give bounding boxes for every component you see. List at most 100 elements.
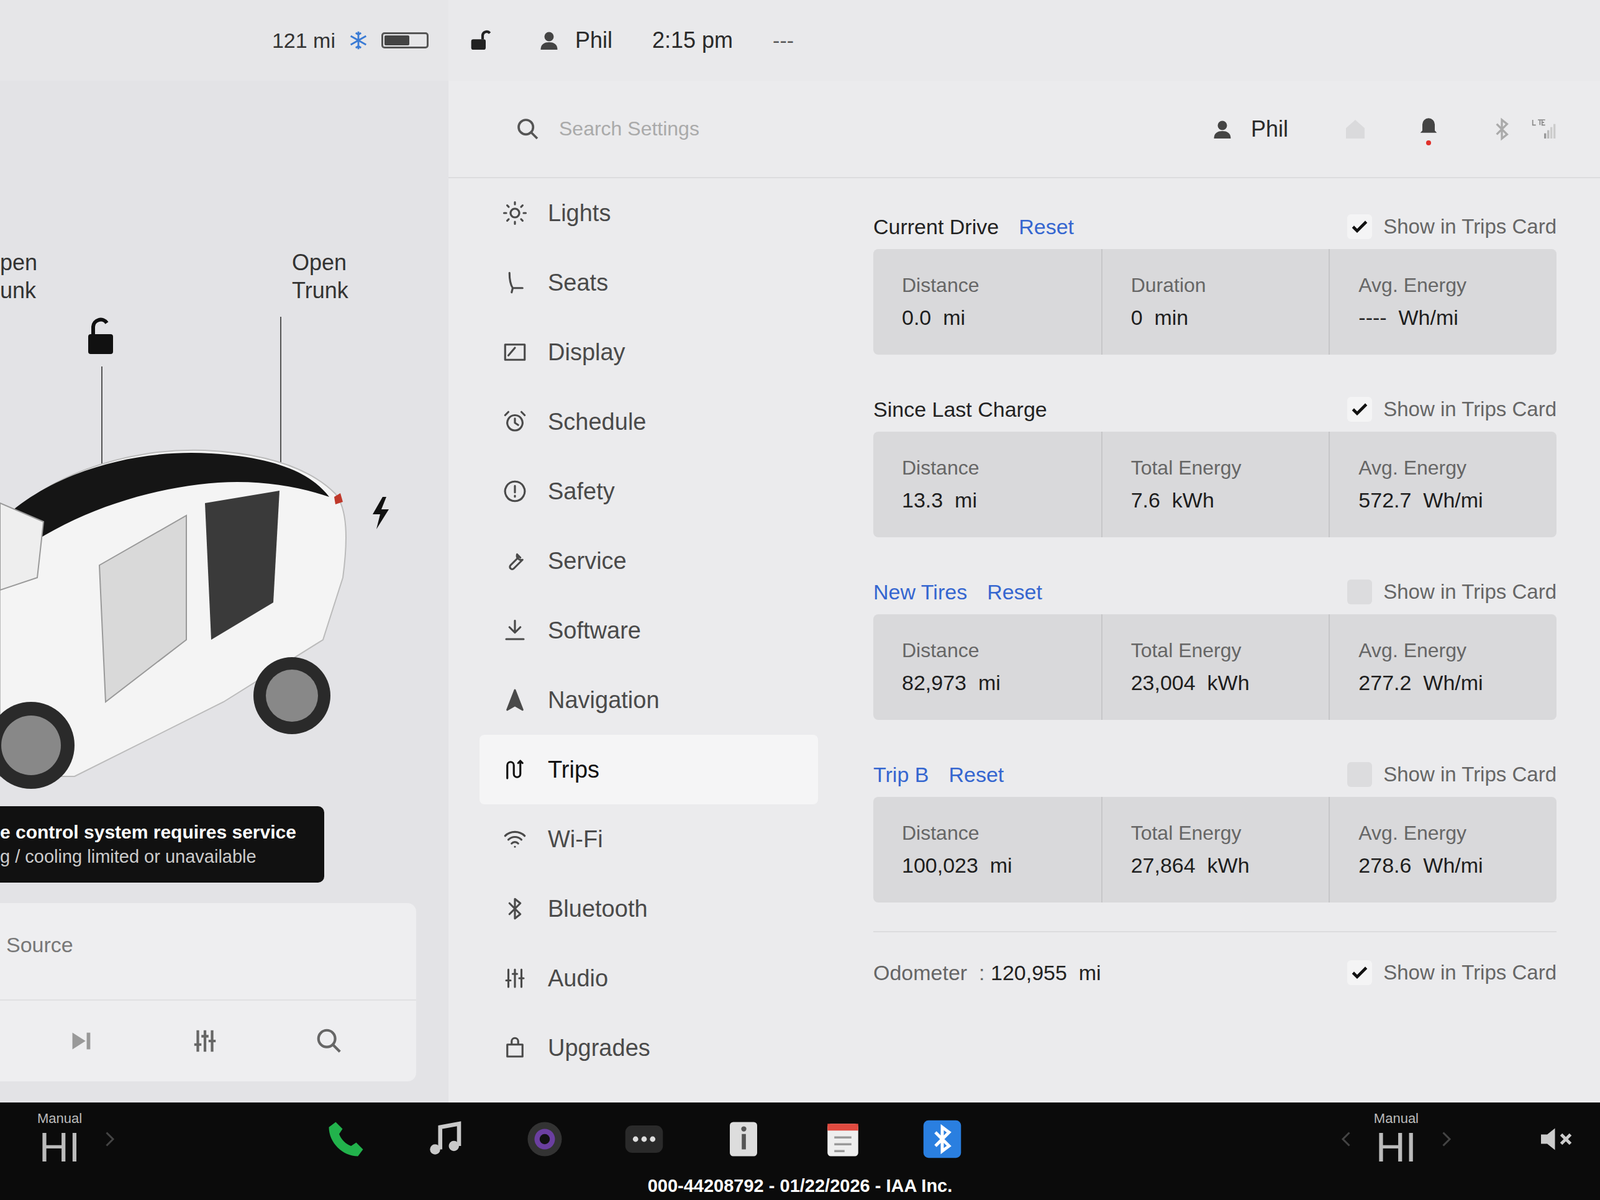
equalizer-icon[interactable] <box>190 1026 220 1056</box>
trip-title: Since Last Charge <box>873 397 1048 422</box>
reset-button[interactable]: Reset <box>1018 214 1074 240</box>
notifications-button[interactable] <box>1416 113 1441 146</box>
status-bar: 121 mi Phil 2:15 pm --- <box>0 0 1600 81</box>
settings-nav: Lights Seats Display Schedule Safety Ser… <box>448 178 846 1103</box>
car-panel: penunk OpenTrunk e control system requir… <box>0 80 449 1103</box>
volume-muted-icon[interactable] <box>1537 1120 1576 1158</box>
open-frunk-button[interactable]: penunk <box>0 248 292 317</box>
nav-icon <box>501 686 528 714</box>
calendar-icon[interactable] <box>822 1118 864 1160</box>
camera-icon[interactable] <box>524 1118 566 1160</box>
trip-stat: Avg. Energy 278.6 Wh/mi <box>1328 796 1557 903</box>
nav-item[interactable]: Software <box>479 595 819 666</box>
home-icon[interactable] <box>1342 116 1368 142</box>
nav-icon <box>501 1034 528 1061</box>
service-alert[interactable]: e control system requires service g / co… <box>0 806 325 883</box>
nav-item[interactable]: Service <box>479 526 819 596</box>
check-icon <box>1349 216 1370 237</box>
nav-item[interactable]: Audio <box>479 943 819 1014</box>
nav-icon <box>501 826 528 853</box>
nav-icon <box>501 200 528 227</box>
bluetooth-icon[interactable] <box>1489 116 1515 142</box>
manual-icon[interactable] <box>722 1118 764 1160</box>
media-player: Source <box>0 903 417 1082</box>
dock: ManualHI ManualHI 000-44208792 - 01/22/2… <box>0 1102 1600 1200</box>
more-icon[interactable] <box>623 1118 665 1160</box>
trip-stat: Total Energy 27,864 kWh <box>1101 796 1330 903</box>
open-trunk-button[interactable]: OpenTrunk <box>291 248 349 317</box>
trip-stat: Avg. Energy 277.2 Wh/mi <box>1328 614 1557 720</box>
unlocked-icon[interactable] <box>467 27 492 53</box>
search-field[interactable]: Search Settings <box>515 116 1212 142</box>
nav-item[interactable]: Bluetooth <box>479 873 819 944</box>
check-icon <box>1349 962 1370 983</box>
tesla-screen: 121 mi Phil 2:15 pm --- penunk OpenTrunk… <box>0 0 1600 1200</box>
music-icon[interactable] <box>424 1118 466 1160</box>
trip-card: Distance 100,023 miTotal Energy 27,864 k… <box>873 796 1557 903</box>
nav-icon <box>501 547 528 574</box>
passenger-temperature[interactable]: ManualHI <box>1335 1110 1458 1168</box>
search-icon[interactable] <box>314 1026 344 1056</box>
nav-item[interactable]: Schedule <box>479 386 819 457</box>
trip-stat: Avg. Energy 572.7 Wh/mi <box>1328 431 1557 538</box>
nav-item[interactable]: Safety <box>479 456 819 527</box>
show-in-trips-card[interactable]: Show in Trips Card <box>1347 762 1557 787</box>
person-icon[interactable] <box>1211 118 1234 141</box>
show-in-trips-card[interactable]: Show in Trips Card <box>1347 214 1557 240</box>
profile-name[interactable]: Phil <box>1250 116 1289 143</box>
checkbox[interactable] <box>1347 214 1373 240</box>
bell-icon <box>1416 113 1441 138</box>
show-in-trips-card[interactable]: Show in Trips Card <box>1347 396 1557 422</box>
check-icon <box>1349 399 1370 420</box>
user-name[interactable]: Phil <box>575 27 613 54</box>
next-track-icon[interactable] <box>66 1026 96 1056</box>
nav-icon <box>501 895 528 922</box>
car-illustration <box>0 316 449 789</box>
nav-item[interactable]: Seats <box>479 247 819 318</box>
checkbox[interactable] <box>1347 762 1373 787</box>
reset-button[interactable]: Reset <box>948 762 1004 787</box>
nav-icon <box>501 269 528 296</box>
reset-button[interactable]: Reset <box>986 580 1043 605</box>
trip-stat: Distance 13.3 mi <box>873 431 1102 538</box>
chevron-right-icon[interactable] <box>98 1127 121 1151</box>
nav-item[interactable]: Display <box>479 317 819 387</box>
trip-section: Current Drive Reset Show in Trips Card D… <box>873 208 1557 355</box>
trips-content: Current Drive Reset Show in Trips Card D… <box>845 178 1600 1103</box>
trip-title[interactable]: Trip B <box>873 762 929 787</box>
clock: 2:15 pm <box>652 27 733 54</box>
person-icon[interactable] <box>537 29 561 52</box>
nav-item[interactable]: Navigation <box>479 665 819 735</box>
chevron-right-icon[interactable] <box>1434 1127 1458 1151</box>
trip-stat: Total Energy 23,004 kWh <box>1101 614 1330 720</box>
checkbox[interactable] <box>1347 396 1373 422</box>
trip-stat: Distance 82,973 mi <box>873 614 1102 720</box>
checkbox[interactable] <box>1347 579 1373 605</box>
nav-item[interactable]: Lights <box>479 178 819 248</box>
driver-temperature[interactable]: ManualHI <box>37 1110 121 1168</box>
nav-item[interactable]: Trips <box>479 734 819 805</box>
trip-section: Trip B Reset Show in Trips Card Distance… <box>873 755 1557 903</box>
checkbox[interactable] <box>1347 960 1373 986</box>
trip-title[interactable]: New Tires <box>873 580 968 605</box>
charging-icon <box>372 496 389 530</box>
settings-panel: Search Settings Phil Lights Seats Displa… <box>448 80 1600 1103</box>
temperature: --- <box>772 28 794 53</box>
frunk-lock-icon[interactable] <box>88 319 114 355</box>
nav-item[interactable]: Wi-Fi <box>479 804 819 874</box>
trip-section: New Tires Reset Show in Trips Card Dista… <box>873 573 1557 720</box>
show-in-trips-card[interactable]: Show in Trips Card <box>1347 579 1557 605</box>
notification-dot <box>1426 140 1432 146</box>
trip-card: Distance 82,973 miTotal Energy 23,004 kW… <box>873 614 1557 720</box>
nav-icon <box>501 478 528 505</box>
chevron-left-icon[interactable] <box>1335 1127 1358 1151</box>
phone-icon[interactable] <box>325 1118 367 1160</box>
trip-card: Distance 0.0 miDuration 0 minAvg. Energy… <box>873 249 1557 355</box>
nav-icon <box>501 408 528 435</box>
show-in-trips-card[interactable]: Show in Trips Card <box>1347 960 1557 986</box>
nav-item[interactable]: Upgrades <box>479 1013 819 1083</box>
bluetooth-app-icon[interactable] <box>921 1118 963 1160</box>
media-source[interactable]: Source <box>0 903 417 1001</box>
search-icon <box>515 116 541 142</box>
trip-stat: Distance 100,023 mi <box>873 796 1102 903</box>
